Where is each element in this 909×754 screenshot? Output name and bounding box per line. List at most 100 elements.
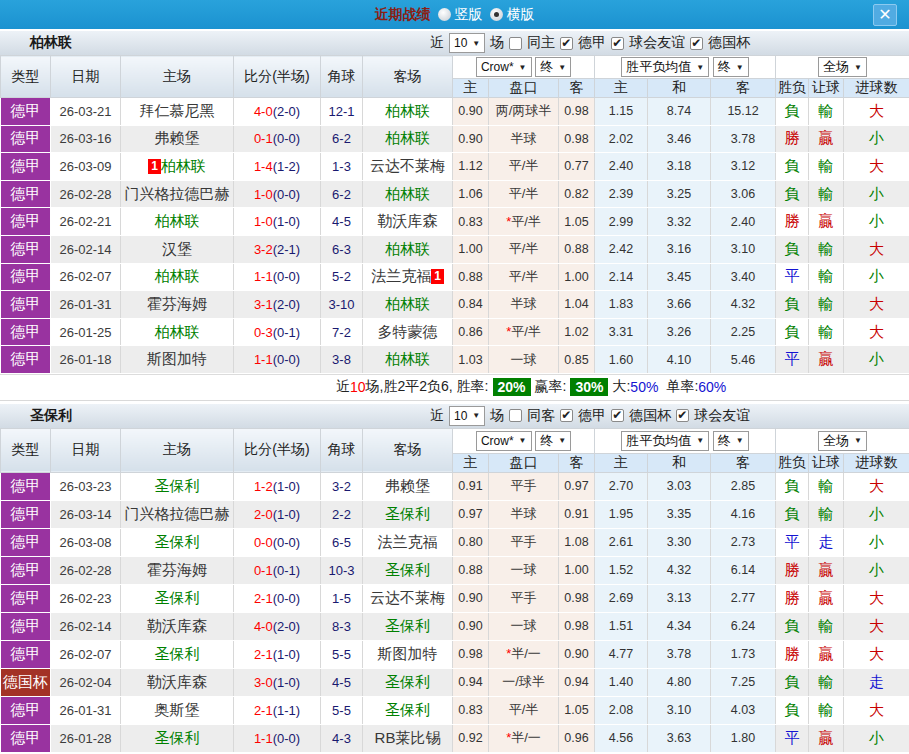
final2-select[interactable]: 终▼: [713, 431, 749, 451]
filter2-checkbox[interactable]: [611, 409, 624, 422]
scope-select[interactable]: 全场▼: [818, 57, 867, 77]
filter1-label: 德甲: [578, 407, 606, 425]
asia-away-odds: 0.98: [559, 98, 595, 126]
same-venue-checkbox[interactable]: [509, 37, 522, 50]
asia-home-odds: 1.12: [453, 153, 489, 181]
match-date: 26-03-21: [51, 98, 121, 126]
layout-option-horizontal[interactable]: 横版: [490, 6, 535, 24]
eu-home-odds: 2.42: [595, 235, 648, 263]
filter1-checkbox[interactable]: [560, 409, 573, 422]
match-row: 德甲26-01-31奥斯堡2-1(1-1)5-5圣保利0.83平/半1.052.…: [1, 696, 909, 724]
filter2-label: 德国杯: [629, 407, 671, 425]
away-team: 圣保利: [363, 612, 453, 640]
filter3-label: 球会友谊: [694, 407, 750, 425]
col-asia-away: 客: [559, 453, 595, 472]
filter2-checkbox[interactable]: [611, 37, 624, 50]
radio-vertical-icon[interactable]: [438, 8, 451, 21]
eu-away-odds: 6.14: [711, 556, 776, 584]
avg-select[interactable]: 胜平负均值▼: [621, 57, 709, 77]
match-score: 2-1(1-1): [234, 696, 321, 724]
asia-home-odds: 0.83: [453, 208, 489, 236]
games-count-select[interactable]: 10▼: [449, 406, 485, 426]
same-venue-label: 同客: [527, 407, 555, 425]
match-score: 0-3(0-1): [234, 318, 321, 346]
eu-away-odds: 3.40: [711, 263, 776, 291]
result-handicap: 輸: [809, 180, 844, 208]
asia-away-odds: 1.02: [559, 318, 595, 346]
company-select[interactable]: Crow*▼: [476, 57, 532, 77]
col-away: 客场: [363, 56, 453, 98]
match-date: 26-01-28: [51, 724, 121, 752]
match-date: 26-01-25: [51, 318, 121, 346]
eu-away-odds: 1.73: [711, 640, 776, 668]
same-venue-label: 同主: [527, 34, 555, 52]
result-win-lose: 平: [776, 346, 809, 374]
result-win-lose: 負: [776, 318, 809, 346]
eu-away-odds: 3.10: [711, 235, 776, 263]
summary-big-label: 大:: [612, 378, 630, 396]
avg-select[interactable]: 胜平负均值▼: [621, 431, 709, 451]
layout-option-vertical[interactable]: 竖版: [438, 6, 483, 24]
league-badge: 德甲: [1, 724, 51, 752]
near-label: 近: [430, 34, 444, 52]
match-row: 德甲26-02-28霍芬海姆0-1(0-1)10-3圣保利0.88一球1.001…: [1, 556, 909, 584]
match-row: 德甲26-03-091柏林联1-4(1-2)1-3云达不莱梅1.12平/半0.7…: [1, 153, 909, 181]
filter3-checkbox[interactable]: [676, 409, 689, 422]
result-goals: 小: [844, 346, 909, 374]
result-win-lose: 勝: [776, 125, 809, 153]
col-asia-home: 主: [453, 453, 489, 472]
col-type: 类型: [1, 56, 51, 98]
handicap: 一球: [489, 612, 559, 640]
match-score: 2-0(1-0): [234, 500, 321, 528]
company-select[interactable]: Crow*▼: [476, 431, 532, 451]
eu-draw-odds: 3.63: [648, 724, 711, 752]
team2-section-header: 圣保利 近 10▼ 场 同客 德甲 德国杯 球会友谊: [0, 404, 909, 428]
eu-away-odds: 4.16: [711, 500, 776, 528]
final1-select[interactable]: 终▼: [535, 57, 571, 77]
away-team: 斯图加特: [363, 640, 453, 668]
match-date: 26-02-07: [51, 640, 121, 668]
away-team: 圣保利: [363, 696, 453, 724]
result-goals: 小: [844, 724, 909, 752]
filter1-checkbox[interactable]: [560, 37, 573, 50]
asia-away-odds: 1.00: [559, 263, 595, 291]
handicap: 平/半: [489, 153, 559, 181]
asia-home-odds: 0.90: [453, 98, 489, 126]
asia-away-odds: 0.98: [559, 612, 595, 640]
close-button[interactable]: ✕: [873, 4, 897, 26]
result-win-lose: 平: [776, 263, 809, 291]
games-label: 场: [490, 407, 504, 425]
league-badge: 德甲: [1, 180, 51, 208]
filter3-checkbox[interactable]: [690, 37, 703, 50]
asia-home-odds: 0.90: [453, 584, 489, 612]
scope-select[interactable]: 全场▼: [818, 431, 867, 451]
home-team: 拜仁慕尼黑: [121, 98, 234, 126]
result-win-lose: 負: [776, 696, 809, 724]
eu-away-odds: 3.78: [711, 125, 776, 153]
match-date: 26-02-07: [51, 263, 121, 291]
result-goals: 小: [844, 500, 909, 528]
titlebar: 近期战绩 竖版 横版 ✕: [0, 0, 909, 29]
corner-score: 3-2: [321, 472, 363, 500]
eu-draw-odds: 3.10: [648, 696, 711, 724]
result-goals: 大: [844, 235, 909, 263]
away-team: 柏林联: [363, 180, 453, 208]
eu-draw-odds: 3.25: [648, 180, 711, 208]
col-away: 客场: [363, 428, 453, 472]
home-team: 奥斯堡: [121, 696, 234, 724]
home-team: 勒沃库森: [121, 612, 234, 640]
same-venue-checkbox[interactable]: [509, 409, 522, 422]
match-row: 德甲26-02-23圣保利2-1(0-0)1-5云达不莱梅0.90平手0.982…: [1, 584, 909, 612]
result-handicap: 輸: [809, 472, 844, 500]
home-team: 柏林联: [121, 318, 234, 346]
home-team: 圣保利: [121, 724, 234, 752]
match-score: 1-1(0-0): [234, 263, 321, 291]
final2-select[interactable]: 终▼: [713, 57, 749, 77]
radio-horizontal-icon[interactable]: [490, 8, 503, 21]
result-win-lose: 負: [776, 180, 809, 208]
result-goals: 走: [844, 668, 909, 696]
final1-select[interactable]: 终▼: [535, 431, 571, 451]
result-goals: 小: [844, 208, 909, 236]
eu-draw-odds: 4.34: [648, 612, 711, 640]
games-count-select[interactable]: 10▼: [449, 33, 485, 53]
